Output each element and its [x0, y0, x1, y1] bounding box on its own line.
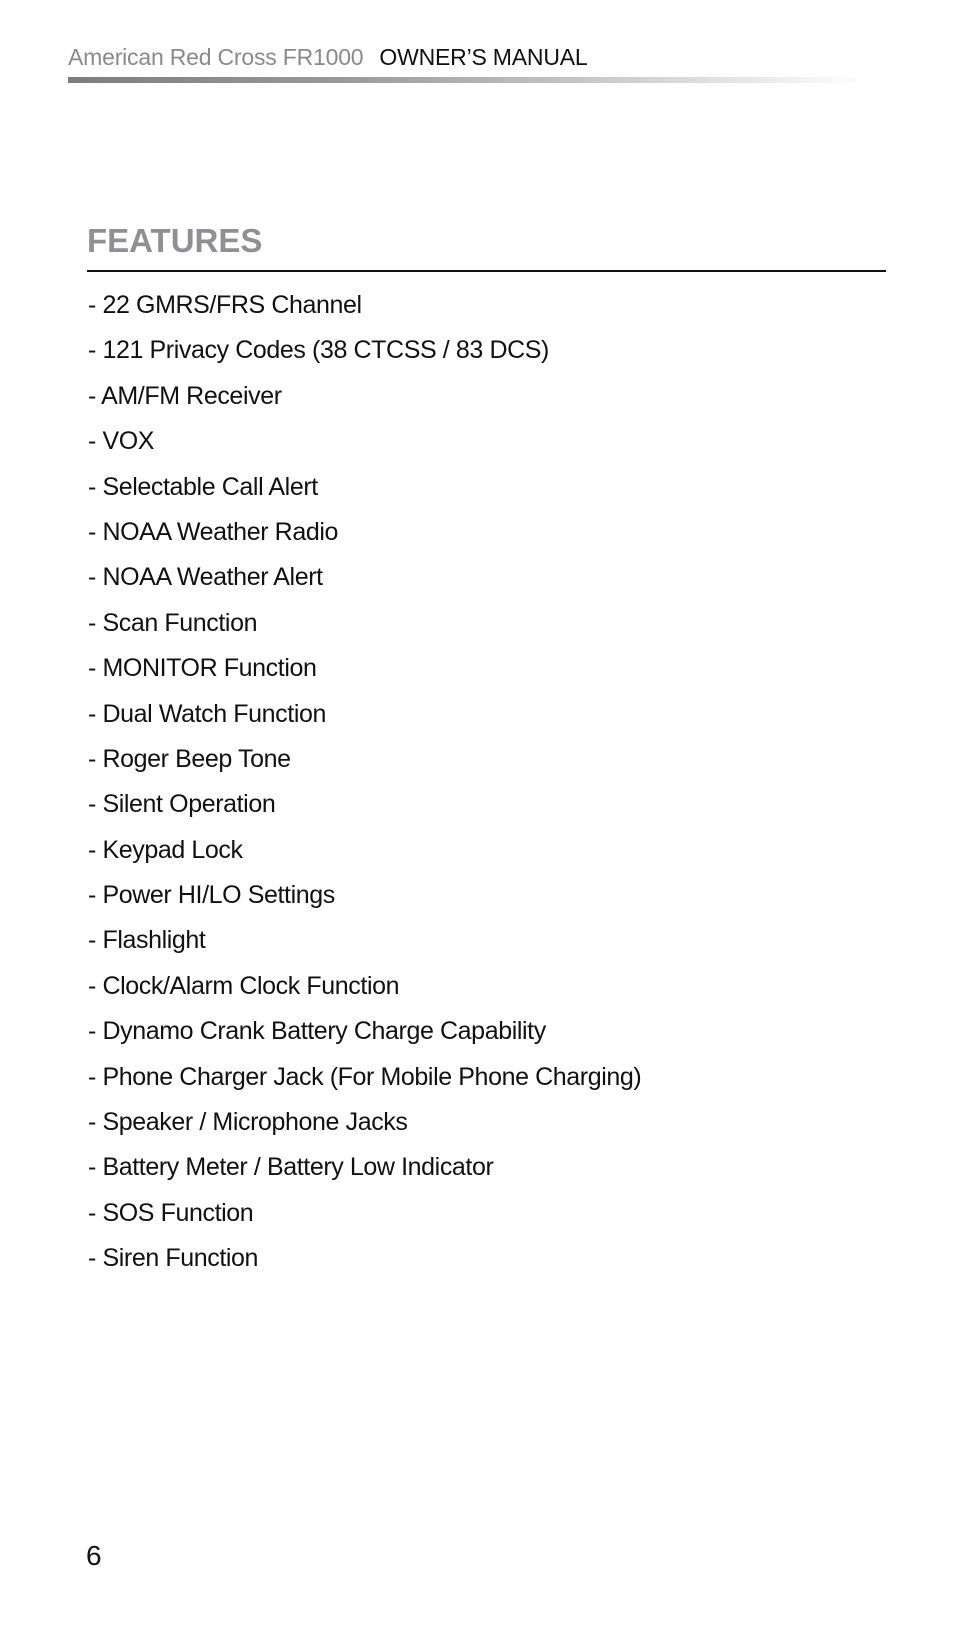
feature-list-item: - Flashlight [88, 926, 206, 955]
feature-list-item: - Silent Operation [88, 790, 276, 819]
feature-list-item: - Scan Function [88, 608, 258, 637]
feature-list-item: - 121 Privacy Codes (38 CTCSS / 83 DCS) [88, 336, 549, 365]
feature-list-item: - Siren Function [88, 1244, 259, 1273]
section-title: FEATURES [87, 222, 263, 259]
feature-list-item: - Clock/Alarm Clock Function [88, 971, 400, 1000]
feature-list-item: - NOAA Weather Radio [88, 517, 338, 546]
feature-list-item: - Dynamo Crank Battery Charge Capability [88, 1017, 546, 1046]
feature-list-item: - NOAA Weather Alert [88, 563, 323, 592]
feature-list-item: - Battery Meter / Battery Low Indicator [88, 1153, 494, 1182]
feature-list-item: - Roger Beep Tone [88, 744, 291, 773]
feature-list: - 22 GMRS/FRS Channel - 121 Privacy Codes… [88, 283, 642, 1282]
feature-list-item: - AM/FM Receiver [88, 381, 282, 410]
feature-list-item: - Selectable Call Alert [88, 472, 318, 501]
feature-list-item: - Dual Watch Function [88, 699, 326, 728]
running-header: American Red Cross FR1000 OWNER’S MANUAL [68, 44, 588, 70]
feature-list-item: - 22 GMRS/FRS Channel [88, 291, 362, 319]
feature-list-item: - Power HI/LO Settings [88, 881, 335, 910]
feature-list-item: - SOS Function [88, 1198, 254, 1227]
feature-list-item: - Speaker / Microphone Jacks [88, 1108, 408, 1137]
section-divider [87, 270, 886, 272]
page-number: 6 [86, 1540, 102, 1571]
header-manual-label: OWNER’S MANUAL [379, 44, 588, 70]
header-product-name: American Red Cross FR1000 [68, 44, 364, 70]
header-gradient-bar [68, 77, 868, 83]
feature-list-item: - MONITOR Function [88, 654, 317, 683]
feature-list-item: - Keypad Lock [88, 835, 243, 864]
feature-list-item: - VOX [88, 427, 155, 456]
feature-list-item: - Phone Charger Jack (For Mobile Phone C… [88, 1062, 642, 1091]
